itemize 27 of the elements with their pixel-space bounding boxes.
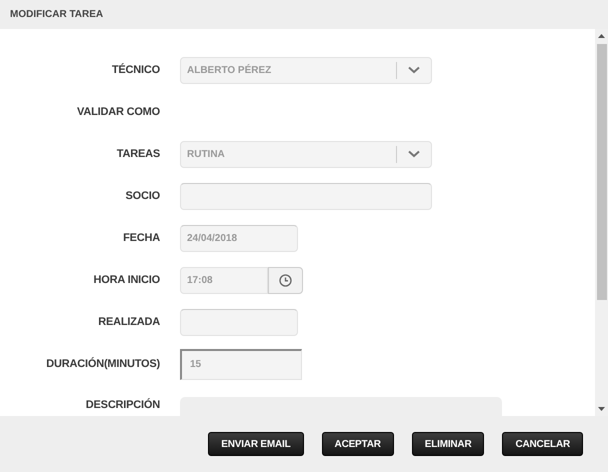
field-label: FECHA <box>122 232 160 244</box>
input-field[interactable] <box>180 182 432 210</box>
chevron-down-icon <box>408 66 420 74</box>
dropdown[interactable]: ALBERTO PÉREZ <box>180 56 432 84</box>
scroll-down-icon[interactable] <box>598 407 605 411</box>
action-button[interactable]: ACEPTAR <box>322 432 394 456</box>
field-label: REALIZADA <box>97 316 160 328</box>
field-label: DESCRIPCIÓN <box>84 399 160 411</box>
input-field[interactable]: 17:08 <box>180 266 268 294</box>
clock-icon <box>279 274 292 286</box>
action-button[interactable]: ENVIAR EMAIL <box>208 432 304 456</box>
field-label: HORA INICIO <box>92 274 160 286</box>
field-label: TÉCNICO <box>110 64 160 76</box>
input-field[interactable]: 24/04/2018 <box>180 224 298 252</box>
input-field[interactable] <box>180 308 298 336</box>
field-label: SOCIO <box>124 190 160 202</box>
input-field[interactable]: 15 <box>180 348 302 380</box>
chevron-down-icon <box>408 150 420 158</box>
window-title: MODIFICAR TAREA <box>10 9 104 20</box>
action-button[interactable]: CANCELAR <box>502 432 583 456</box>
scroll-up-icon[interactable] <box>598 34 605 38</box>
dropdown[interactable]: RUTINA <box>180 140 432 168</box>
field-label: DURACIÓN(MINUTOS) <box>45 358 160 370</box>
clock-button[interactable] <box>268 266 303 294</box>
field-label: VALIDAR COMO <box>76 106 160 118</box>
field-label: TAREAS <box>116 148 160 160</box>
action-button[interactable]: ELIMINAR <box>412 432 484 456</box>
